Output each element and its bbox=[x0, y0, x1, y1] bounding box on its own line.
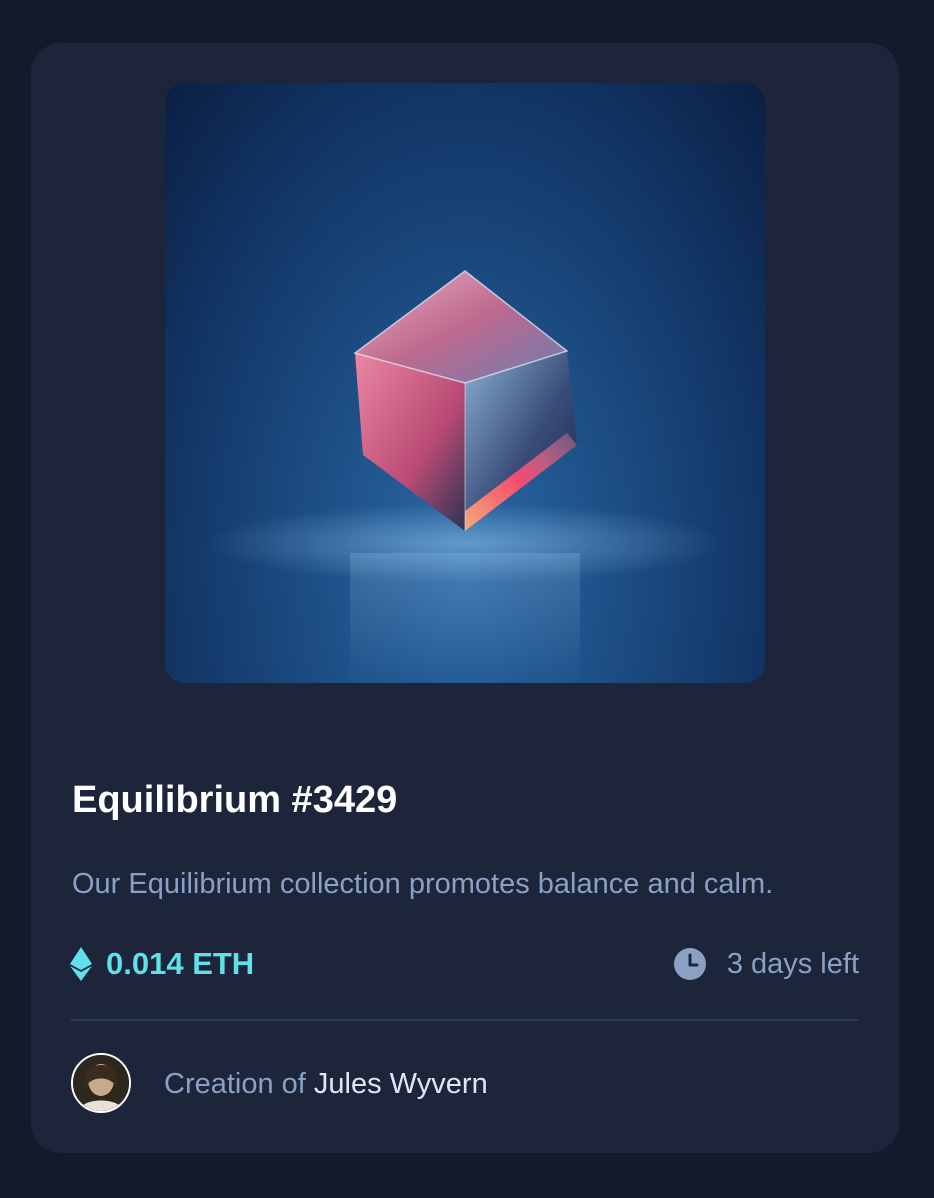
nft-image[interactable] bbox=[165, 83, 765, 683]
price-value: 0.014 ETH bbox=[106, 946, 255, 981]
divider bbox=[71, 1019, 859, 1021]
ethereum-icon bbox=[70, 947, 92, 981]
clock-icon bbox=[673, 947, 707, 981]
nft-title[interactable]: Equilibrium #3429 bbox=[72, 778, 397, 822]
nft-card: Equilibrium #3429 Our Equilibrium collec… bbox=[31, 43, 899, 1153]
creator-avatar[interactable] bbox=[71, 1053, 131, 1113]
nft-description: Our Equilibrium collection promotes bala… bbox=[72, 868, 774, 900]
time-left-value: 3 days left bbox=[726, 947, 859, 980]
creator-name-link[interactable]: Jules Wyvern bbox=[314, 1068, 488, 1100]
creator-line: Creation of Jules Wyvern bbox=[164, 1064, 488, 1104]
creator-prefix: Creation of bbox=[164, 1068, 306, 1100]
crystal-cube-image bbox=[205, 270, 725, 683]
price-block: 0.014 ETH bbox=[70, 943, 254, 985]
time-left-block: 3 days left bbox=[673, 943, 859, 985]
